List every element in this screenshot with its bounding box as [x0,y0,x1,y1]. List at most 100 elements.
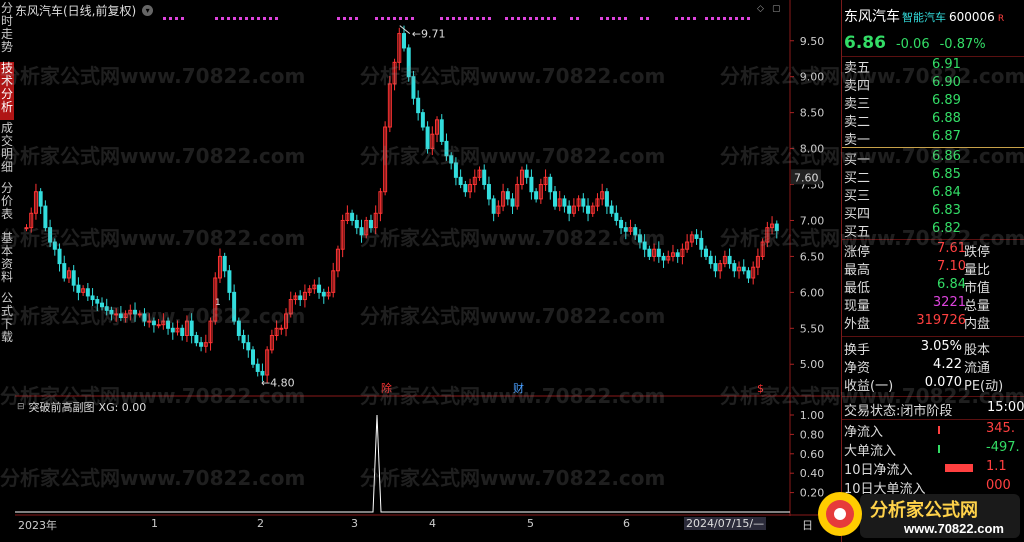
date-tick: 6 [623,517,630,530]
xg-signal-line [15,414,790,513]
left-tab-0[interactable]: 分时走势 [0,2,14,58]
event-marker: 财 [513,381,524,395]
r-badge[interactable]: R [998,14,1004,24]
bid-price: 6.84 [932,185,961,200]
signal-dot [181,17,184,20]
left-tab-3[interactable]: 分价表 [0,182,14,228]
signal-dot [705,17,708,20]
indicator-value: XG: 0.00 [98,400,147,414]
signal-dot [275,17,278,20]
ask-row: 卖二 6.88 [844,111,961,130]
ind-tick-label: 1.00 [800,409,825,422]
candle-body [449,155,454,164]
signal-dot [239,17,242,20]
candle-body [482,169,487,186]
ask-row: 卖三 6.89 [844,93,961,112]
candle-body [142,313,147,322]
candle-body [463,184,468,193]
stat-row: 最高 7.10 量比 [844,259,990,278]
candle-body [109,309,114,315]
stat-label-2: 总量 [964,299,991,314]
candle-body [704,248,708,257]
collapse-icon[interactable]: ⊟ [17,402,25,412]
y-tick-label: 7.00 [800,214,825,227]
signal-dot [381,17,384,20]
candle-body [402,33,406,49]
signal-dot [337,17,340,20]
signal-dot [452,17,455,20]
y-tick-label: 6.50 [800,250,825,263]
candle-body [619,219,624,229]
candle-body [166,320,171,329]
candle-body [567,205,572,214]
ask-label: 卖一 [844,133,871,148]
candle-body [359,227,364,236]
candle-body [727,255,732,265]
stat2-value: 4.22 [933,357,962,372]
left-tab-2[interactable]: 成交明细 [0,122,14,178]
candle-body [425,126,430,150]
chart-area[interactable]: 9.50 9.00 8.50 8.00 7.50 7.00 6.50 6.00 5.50 5.00… [15,0,840,542]
signal-dot [488,17,491,20]
candle-body [24,227,29,230]
ask-price: 6.89 [932,93,961,108]
stat2-label: 净资 [844,361,871,376]
left-tab-4[interactable]: 基本资料 [0,232,14,288]
candle-body [189,320,194,336]
y-tick-label: 9.50 [800,35,825,48]
candle-body [57,248,62,265]
candle-body [562,198,567,207]
signal-dot [681,17,684,20]
chart-header: 东风汽车(日线,前复权) ▾ [15,2,154,19]
candle-body [656,248,661,257]
high-marker-label: ←9.71 [412,28,446,41]
candle-body [420,112,425,128]
signal-dot [747,17,750,20]
kline-chart[interactable]: 9.509.008.508.007.507.006.506.005.505.00… [15,0,840,542]
candle-body [486,184,491,200]
candle-body [453,162,458,178]
bid-label: 买二 [844,171,871,186]
stat2-row: 净资 4.22 流通 [844,357,990,376]
stat-value: 7.10 [937,259,966,274]
candle-body [76,284,81,293]
expand-icon[interactable]: ▢ [772,4,781,14]
candle-body [368,219,373,229]
signal-dot [511,17,514,20]
candle-body [100,302,104,308]
indicator-title[interactable]: 突破前高副图 [29,399,95,415]
stock-title[interactable]: 东风汽车(日线,前复权) [15,2,136,19]
trade-status-row: 交易状态:闭市阶段 15:00 [844,400,1024,419]
flow-label: 10日净流入 [844,463,913,478]
stat-row: 涨停 7.61 跌停 [844,241,990,260]
stat-row: 外盘 319726 内盘 [844,313,990,332]
candle-body [48,227,53,243]
stat-value: 7.61 [937,241,966,256]
signal-dot [535,17,538,20]
candle-body [491,198,496,214]
flow-row: 10日净流入 1.1 [844,459,1007,478]
dropdown-icon[interactable]: ▾ [142,4,154,16]
candle-body [251,349,255,365]
ask-label: 卖二 [844,115,871,130]
signal-dot [523,17,526,20]
signal-dot [257,17,260,20]
left-tab-5[interactable]: 公式下载 [0,292,14,344]
ask-label: 卖三 [844,97,871,112]
y-tick-label: 9.00 [800,71,825,84]
signal-dot [576,17,579,20]
candle-body [529,176,534,193]
signal-dot [446,17,449,20]
candle-body [170,327,175,333]
sector-tag[interactable]: 智能汽车 [902,11,946,24]
diamond-icon[interactable]: ◇ [757,4,764,14]
candle-body [510,198,515,207]
candle-body [118,313,123,319]
stat2-label: 换手 [844,343,871,358]
flow-bar [945,464,973,472]
left-tab-1[interactable]: 技术分析 [0,62,14,120]
candle-body [524,169,529,178]
signal-dot [618,17,621,20]
ask-price: 6.90 [932,75,961,90]
ind-tick-label: 0.40 [800,467,825,480]
